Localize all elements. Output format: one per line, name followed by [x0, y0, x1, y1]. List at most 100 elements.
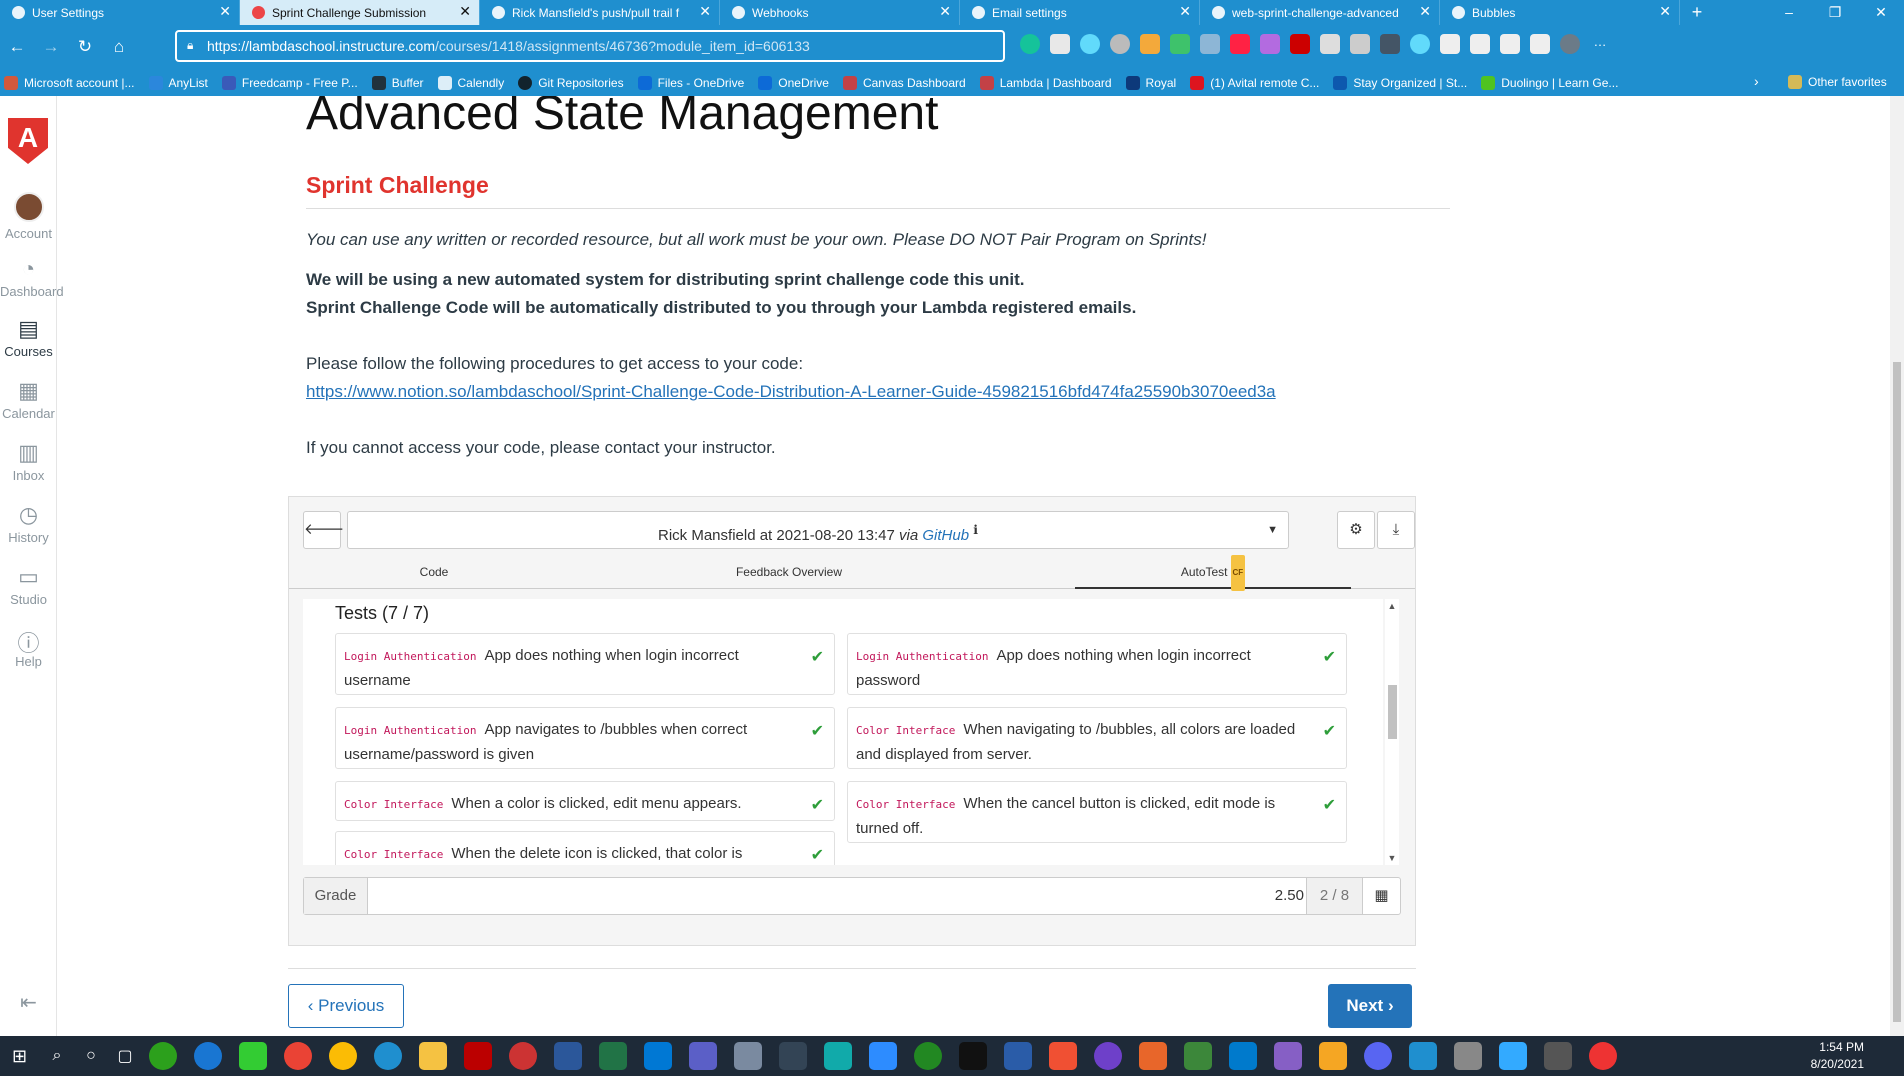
nav-account[interactable]: Account [0, 192, 57, 241]
scroll-thumb[interactable] [1388, 685, 1397, 739]
app-icon[interactable] [1139, 1042, 1167, 1070]
nodejs-icon[interactable] [1184, 1042, 1212, 1070]
test-card[interactable]: Color Interface When navigating to /bubbl… [847, 707, 1347, 769]
extension-icon[interactable] [1350, 34, 1370, 54]
tab-autotest[interactable]: AutoTest CF [1075, 555, 1351, 591]
bookmark[interactable]: Freedcamp - Free P... [221, 75, 358, 90]
extension-icon[interactable] [1260, 34, 1280, 54]
grade-input[interactable]: 2.50 [1275, 878, 1304, 914]
extension-icon[interactable] [1110, 34, 1130, 54]
previous-button[interactable]: ‹ Previous [288, 984, 404, 1028]
submission-select[interactable]: Rick Mansfield at 2021-08-20 13:47 via G… [347, 511, 1289, 549]
app-icon[interactable] [1499, 1042, 1527, 1070]
extension-icon[interactable] [1410, 34, 1430, 54]
download-icon[interactable] [1530, 34, 1550, 54]
app-icon[interactable] [914, 1042, 942, 1070]
close-tab-icon[interactable]: ✕ [699, 3, 711, 20]
windows-start-icon[interactable]: ⊞ [12, 1046, 40, 1067]
collapse-nav-icon[interactable]: ⇤ [0, 990, 57, 1015]
bookmark[interactable]: Royal [1125, 75, 1176, 90]
settings-button[interactable]: ⚙ [1337, 511, 1375, 549]
test-card[interactable]: Color Interface When a color is clicked, … [335, 781, 835, 821]
app-icon[interactable] [1319, 1042, 1347, 1070]
browser-tab[interactable]: Webhooks ✕ [720, 0, 960, 25]
chrome-icon[interactable] [284, 1042, 312, 1070]
refresh-icon[interactable]: ↻ [68, 37, 102, 57]
app-icon[interactable] [1544, 1042, 1572, 1070]
bookmark[interactable]: Files - OneDrive [637, 75, 744, 90]
more-icon[interactable]: … [1590, 34, 1610, 54]
tab-code[interactable]: Code [369, 555, 499, 589]
bookmark[interactable]: Microsoft account |... [4, 75, 135, 90]
edge-icon[interactable] [374, 1042, 402, 1070]
minimize-icon[interactable]: – [1766, 0, 1812, 25]
extension-icon[interactable] [1080, 34, 1100, 54]
bookmark[interactable]: OneDrive [758, 75, 829, 90]
system-clock[interactable]: 1:54 PM 8/20/2021 [1811, 1039, 1864, 1073]
app-icon[interactable] [779, 1042, 807, 1070]
collections-icon[interactable] [1500, 34, 1520, 54]
close-tab-icon[interactable]: ✕ [939, 3, 951, 20]
nav-history[interactable]: ◷ History [0, 502, 57, 545]
guide-link[interactable]: https://www.notion.so/lambdaschool/Sprin… [306, 382, 1276, 402]
canvas-logo[interactable]: A [8, 118, 48, 164]
tests-scrollbar[interactable]: ▲ ▼ [1385, 599, 1399, 865]
browser-tab[interactable]: Bubbles ✕ [1440, 0, 1680, 25]
bookmark[interactable]: (1) Avital remote C... [1190, 75, 1319, 90]
nav-studio[interactable]: ▭ Studio [0, 564, 57, 607]
restore-icon[interactable]: ❐ [1812, 0, 1858, 25]
browser-tab[interactable]: web-sprint-challenge-advanced ✕ [1200, 0, 1440, 25]
quickbooks-icon[interactable] [149, 1042, 177, 1070]
file-explorer-icon[interactable] [419, 1042, 447, 1070]
test-card[interactable]: Login Authentication App does nothing whe… [335, 633, 835, 695]
outlook-icon[interactable] [644, 1042, 672, 1070]
close-tab-icon[interactable]: ✕ [1179, 3, 1191, 20]
address-bar[interactable]: 🔒︎ https://lambdaschool.instructure.com /… [175, 30, 1005, 62]
favorites-icon[interactable] [1470, 34, 1490, 54]
page-scroll-thumb[interactable] [1893, 362, 1901, 1022]
nav-help[interactable]: ⓘ Help [0, 626, 57, 669]
bookmark[interactable]: Canvas Dashboard [842, 75, 966, 90]
close-tab-icon[interactable]: ✕ [459, 3, 471, 20]
nav-inbox[interactable]: ▥ Inbox [0, 440, 57, 483]
test-card[interactable]: Login Authentication App navigates to /bu… [335, 707, 835, 769]
search-icon[interactable]: ⌕ [40, 1047, 74, 1065]
powershell-icon[interactable] [1004, 1042, 1032, 1070]
new-tab-icon[interactable]: + [1680, 0, 1714, 25]
bookmark[interactable]: Lambda | Dashboard [979, 75, 1112, 90]
nav-dashboard[interactable]: ◔ Dashboard [0, 256, 64, 299]
extension-icon[interactable] [1230, 34, 1250, 54]
page-scrollbar[interactable] [1890, 96, 1904, 1036]
app-icon[interactable] [734, 1042, 762, 1070]
extension-icon[interactable] [1020, 34, 1040, 54]
teams-icon[interactable] [689, 1042, 717, 1070]
nav-courses[interactable]: ▤ Courses [0, 316, 57, 359]
vscode-icon[interactable] [1229, 1042, 1257, 1070]
scroll-up-icon[interactable]: ▲ [1385, 601, 1399, 611]
bookmark[interactable]: AnyList [148, 75, 208, 90]
browser-tab[interactable]: Rick Mansfield's push/pull trail f ✕ [480, 0, 720, 25]
chevron-right-icon[interactable]: › [1754, 73, 1759, 89]
cortana-icon[interactable]: ○ [74, 1047, 108, 1065]
back-icon[interactable]: ← [0, 37, 34, 57]
back-arrow-button[interactable]: 🡐 [303, 511, 344, 549]
chrome-icon[interactable] [329, 1042, 357, 1070]
extension-icon[interactable] [1050, 34, 1070, 54]
excel-icon[interactable] [599, 1042, 627, 1070]
extension-icon[interactable] [1170, 34, 1190, 54]
app-icon[interactable] [1409, 1042, 1437, 1070]
home-icon[interactable]: ⌂ [102, 37, 136, 57]
bookmark[interactable]: Stay Organized | St... [1333, 75, 1467, 90]
teamviewer-icon[interactable] [194, 1042, 222, 1070]
visual-studio-icon[interactable] [1274, 1042, 1302, 1070]
test-card[interactable]: Color Interface When the cancel button is… [847, 781, 1347, 843]
nav-calendar[interactable]: ▦ Calendar [0, 378, 57, 421]
app-icon[interactable] [509, 1042, 537, 1070]
extension-icon[interactable] [1290, 34, 1310, 54]
app-icon[interactable] [239, 1042, 267, 1070]
github-desktop-icon[interactable] [1094, 1042, 1122, 1070]
rubric-grid-icon[interactable]: ▦ [1362, 878, 1400, 914]
close-tab-icon[interactable]: ✕ [219, 3, 231, 20]
browser-tab[interactable]: Email settings ✕ [960, 0, 1200, 25]
app-icon[interactable] [824, 1042, 852, 1070]
